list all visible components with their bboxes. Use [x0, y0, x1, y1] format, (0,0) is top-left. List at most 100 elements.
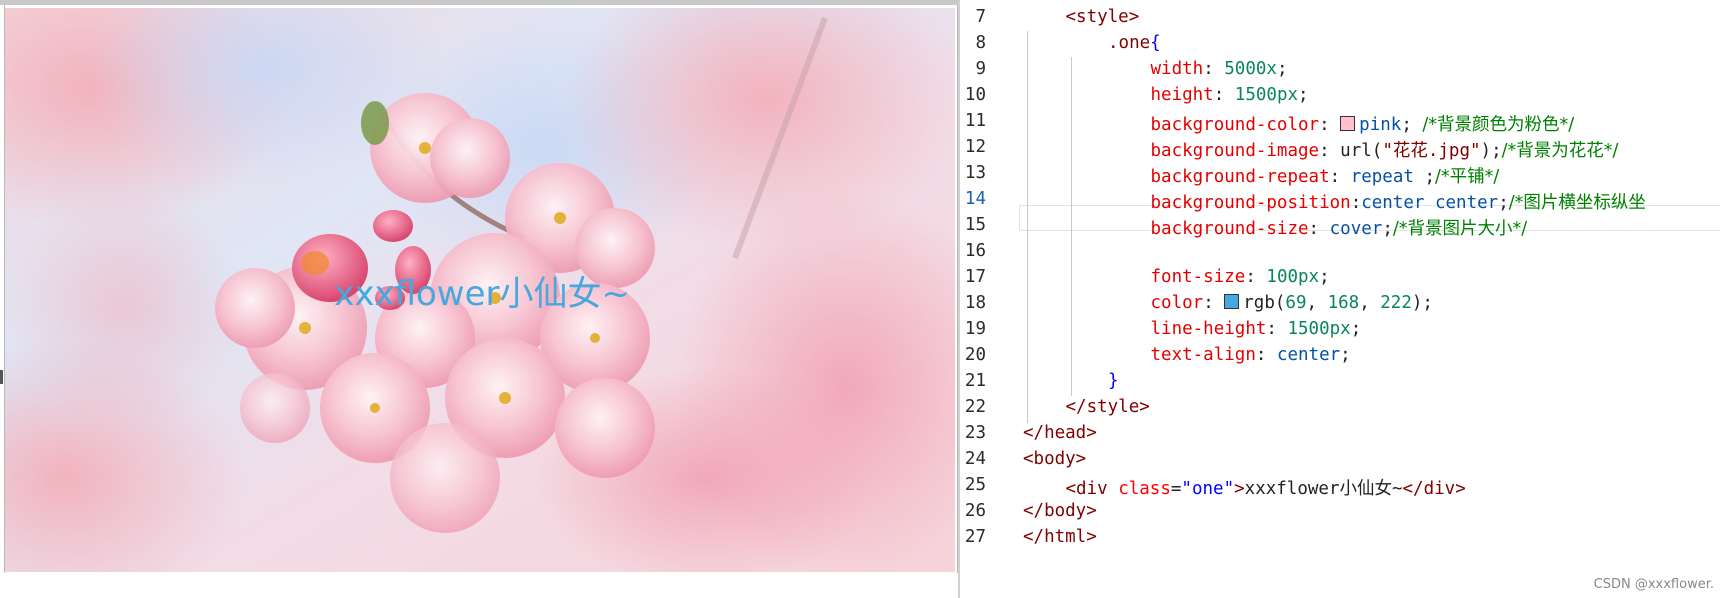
code-text: <body> — [1023, 449, 1086, 469]
code-token: ; — [1319, 267, 1330, 287]
code-token: cover — [1329, 219, 1383, 239]
code-token: </head> — [1023, 423, 1097, 443]
code-token: </style> — [1065, 397, 1150, 417]
code-token: } — [1108, 371, 1119, 391]
rendered-div-text: xxxflower小仙女~ — [334, 274, 630, 314]
code-text: </body> — [1023, 501, 1097, 521]
code-line[interactable]: 12 background-image: url("花花.jpg");/*背景为花… — [960, 134, 1720, 163]
code-text: height: 1500px; — [1151, 85, 1309, 105]
code-line[interactable]: 10 height: 1500px; — [960, 82, 1720, 111]
line-number: 15 — [964, 215, 986, 235]
code-line[interactable]: 21} — [960, 368, 1720, 397]
code-line[interactable]: 7 <style> — [960, 4, 1720, 33]
line-number: 10 — [964, 85, 986, 105]
code-token: ; — [1382, 219, 1393, 239]
code-token: center — [1276, 345, 1341, 365]
code-token: "one" — [1181, 479, 1235, 499]
code-token: rgb( — [1243, 293, 1286, 313]
code-text: text-align: center; — [1151, 345, 1351, 365]
code-token: ; — [1350, 319, 1362, 339]
code-token: </body> — [1023, 501, 1097, 521]
code-line[interactable]: 16 — [960, 238, 1720, 267]
code-token: ; — [1413, 167, 1435, 187]
code-token: center center — [1361, 193, 1499, 213]
code-token: /*背景为花花*/ — [1501, 141, 1619, 161]
code-line[interactable]: 11 background-color: pink; /*背景颜色为粉色*/ — [960, 108, 1720, 137]
code-token: 1500px — [1287, 319, 1351, 339]
code-token: font-size — [1150, 267, 1246, 287]
indent-guide — [1071, 57, 1072, 396]
code-text: background-image: url("花花.jpg");/*背景为花花*… — [1151, 137, 1619, 162]
code-line[interactable]: 19 line-height: 1500px; — [960, 316, 1720, 345]
code-text: background-size: cover;/*背景图片大小*/ — [1151, 215, 1528, 240]
line-number: 16 — [964, 241, 986, 261]
code-line[interactable]: 26 </body> — [960, 498, 1720, 527]
code-token: : — [1308, 219, 1330, 239]
code-text: </html> — [1023, 527, 1097, 547]
code-line[interactable]: 15 background-size: cover;/*背景图片大小*/ — [960, 212, 1720, 241]
line-number: 22 — [964, 397, 986, 417]
code-token: ); — [1480, 141, 1502, 161]
code-text: color: rgb(69, 168, 222); — [1151, 293, 1433, 313]
code-token: : — [1245, 267, 1267, 287]
code-token: ; — [1276, 59, 1288, 79]
line-number: 12 — [964, 137, 986, 157]
code-editor[interactable]: 7 <style> 8 .one{9 width: 5000x; 10 height: 15… — [960, 0, 1720, 598]
line-number: 7 — [975, 7, 986, 27]
code-line[interactable]: 27 </html> — [960, 524, 1720, 553]
line-number: 27 — [964, 527, 986, 547]
code-token: </html> — [1023, 527, 1097, 547]
code-token: > — [1234, 479, 1245, 499]
code-token: : — [1213, 85, 1235, 105]
code-text: } — [1108, 371, 1119, 391]
code-token: width — [1150, 59, 1204, 79]
code-token: background-color — [1150, 115, 1320, 135]
line-number: 14 — [964, 189, 986, 209]
code-token: : — [1319, 141, 1341, 161]
color-swatch-icon[interactable] — [1224, 294, 1240, 309]
watermark: CSDN @xxxflower. — [1593, 577, 1714, 592]
code-token: background-size — [1150, 219, 1309, 239]
line-number: 8 — [975, 33, 986, 53]
code-line[interactable]: 17 font-size: 100px; — [960, 264, 1720, 293]
code-token: 168 — [1327, 293, 1360, 313]
code-token: <body> — [1023, 449, 1087, 469]
code-token: pink — [1359, 115, 1402, 135]
code-line[interactable]: 18 color: rgb(69, 168, 222); — [960, 290, 1720, 319]
code-token: .one — [1108, 33, 1151, 53]
code-line[interactable]: 23 </head> — [960, 420, 1720, 449]
code-token: <style> — [1065, 7, 1140, 27]
code-text: line-height: 1500px; — [1151, 319, 1362, 339]
code-token: </div> — [1402, 479, 1466, 499]
code-text: .one{ — [1108, 33, 1161, 53]
code-text: font-size: 100px; — [1151, 267, 1330, 287]
code-text: background-color: pink; /*背景颜色为粉色*/ — [1151, 111, 1575, 136]
code-line[interactable]: 24 <body> — [960, 446, 1720, 475]
code-line[interactable]: 13 background-repeat: repeat ;/*平铺*/ — [960, 160, 1720, 189]
line-number: 23 — [964, 423, 986, 443]
code-token: 100px — [1266, 267, 1320, 287]
code-token: <div — [1065, 479, 1119, 499]
code-token: : — [1266, 319, 1288, 339]
code-line[interactable]: 14 background-position:center center;/*图片… — [960, 186, 1720, 215]
browser-preview: xxxflower小仙女~ — [0, 0, 958, 598]
code-text: <style> — [1066, 7, 1140, 27]
code-token: ; — [1340, 345, 1351, 365]
line-number: 18 — [964, 293, 986, 313]
code-token: { — [1150, 33, 1161, 53]
line-number: 11 — [964, 111, 986, 131]
code-line[interactable]: 9 width: 5000x; — [960, 56, 1720, 85]
code-token: background-image — [1150, 141, 1320, 161]
line-number: 19 — [964, 319, 986, 339]
code-token: , — [1306, 293, 1328, 313]
code-line[interactable]: 25 <div class="one">xxxflower小仙女~</div> — [960, 472, 1720, 501]
code-line[interactable]: 22 </style> — [960, 394, 1720, 423]
color-swatch-icon[interactable] — [1340, 116, 1356, 131]
code-text: background-repeat: repeat ;/*平铺*/ — [1151, 163, 1500, 188]
code-token: /*背景颜色为粉色*/ — [1422, 115, 1575, 135]
code-line[interactable]: 8 .one{ — [960, 30, 1720, 59]
code-token: /*背景图片大小*/ — [1392, 219, 1528, 239]
line-number: 9 — [975, 59, 986, 79]
code-token: 5000x — [1224, 59, 1277, 79]
code-line[interactable]: 20 text-align: center; — [960, 342, 1720, 371]
